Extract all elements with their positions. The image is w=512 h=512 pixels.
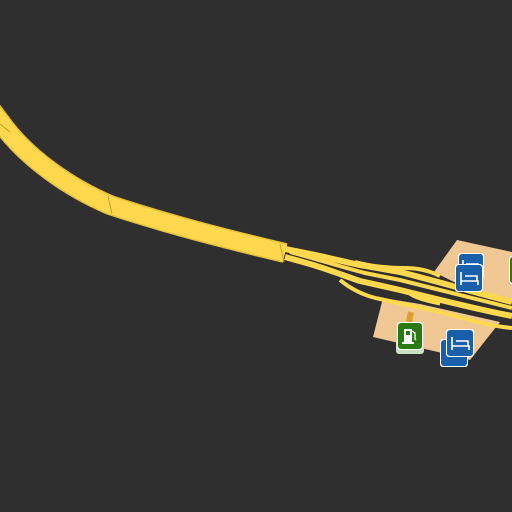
lodging-marker-north-front[interactable] [455, 264, 483, 292]
fuel-marker-south[interactable] [396, 322, 424, 354]
map-canvas[interactable] [0, 0, 512, 512]
lodging-marker-south[interactable] [446, 329, 474, 357]
